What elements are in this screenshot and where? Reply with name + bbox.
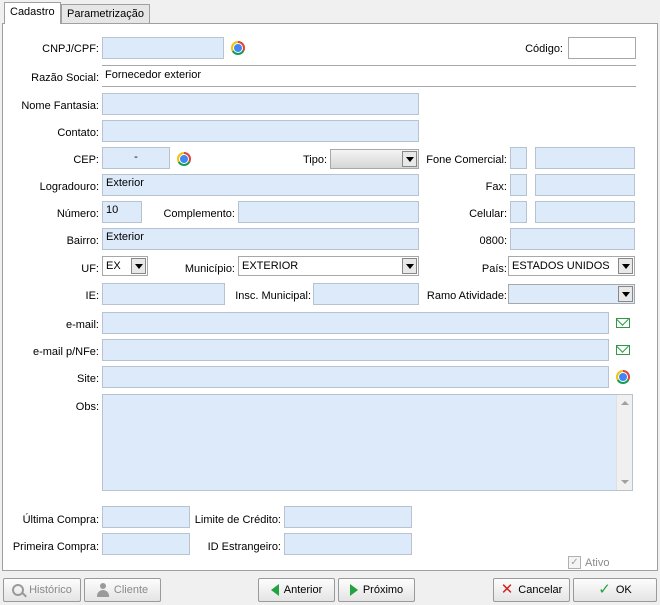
numero-field[interactable]: 10 [102, 201, 142, 223]
cnpj-label: CNPJ/CPF: [42, 43, 99, 55]
search-icon [12, 584, 25, 596]
tab-cadastro[interactable]: Cadastro [4, 2, 61, 24]
celular-label: Celular: [469, 208, 507, 220]
contato-label: Contato: [57, 127, 99, 139]
fone-field[interactable] [535, 147, 635, 169]
logradouro-label: Logradouro: [39, 181, 99, 193]
cep-field[interactable]: - [102, 147, 170, 169]
cancelar-label: Cancelar [518, 584, 563, 596]
uf-label: UF: [81, 263, 99, 275]
chrome-icon[interactable] [231, 41, 245, 55]
field-0800[interactable] [510, 228, 635, 250]
cep-label: CEP: [73, 154, 99, 166]
codigo-label: Código: [525, 43, 563, 55]
fax-ddd-field[interactable] [510, 174, 527, 196]
limite-credito-field[interactable] [284, 506, 412, 528]
municipio-label: Município: [184, 263, 235, 275]
celular-field[interactable] [535, 201, 635, 223]
primeira-compra-label: Primeira Compra: [12, 541, 99, 553]
email-field[interactable] [102, 312, 609, 334]
celular-ddd-field[interactable] [510, 201, 527, 223]
tipo-label: Tipo: [302, 154, 327, 166]
fantasia-field[interactable] [102, 93, 419, 115]
chevron-down-icon[interactable] [618, 258, 633, 274]
bairro-field[interactable]: Exterior [102, 228, 419, 250]
primeira-compra-field[interactable] [102, 533, 190, 555]
bairro-label: Bairro: [66, 235, 99, 247]
fone-ddd-field[interactable] [510, 147, 527, 169]
historico-button[interactable]: Histórico [3, 578, 81, 602]
chevron-down-icon[interactable] [618, 286, 633, 302]
municipio-value: EXTERIOR [242, 260, 299, 272]
ativo-label: Ativo [585, 557, 610, 569]
cancel-icon: ✕ [500, 581, 514, 598]
fax-label: Fax: [485, 181, 507, 193]
email-label: e-mail: [65, 319, 99, 331]
ie-label: IE: [85, 290, 99, 302]
pais-label: País: [481, 263, 507, 275]
anterior-button[interactable]: Anterior [258, 578, 335, 602]
cnpj-field[interactable] [102, 37, 224, 59]
cadastro-panel: CNPJ/CPF: Código: Razão Social: Forneced… [2, 23, 658, 571]
ramo-label: Ramo Atividade: [426, 290, 507, 302]
site-label: Site: [76, 373, 99, 385]
cancelar-button[interactable]: ✕ Cancelar [493, 578, 570, 602]
chevron-down-icon[interactable] [131, 258, 146, 274]
fone-label: Fone Comercial: [426, 154, 507, 166]
razao-label: Razão Social: [31, 72, 99, 84]
complemento-label: Complemento: [163, 208, 235, 220]
ie-field[interactable] [102, 283, 225, 305]
email-nfe-field[interactable] [102, 339, 609, 361]
obs-textarea[interactable] [102, 394, 633, 491]
codigo-field[interactable] [568, 37, 636, 59]
tab-parametrizacao[interactable]: Parametrização [61, 4, 151, 23]
user-icon [96, 583, 109, 597]
uf-select[interactable]: EX [102, 256, 148, 276]
anterior-label: Anterior [283, 584, 323, 596]
insc-municipal-label: Insc. Municipal: [235, 290, 311, 302]
contato-field[interactable] [102, 120, 419, 142]
razao-field[interactable]: Fornecedor exterior [102, 65, 636, 87]
ativo-checkbox[interactable]: ✓ [568, 556, 581, 569]
label-0800: 0800: [479, 235, 507, 247]
ramo-select[interactable] [508, 284, 635, 304]
ultima-compra-label: Última Compra: [22, 514, 99, 526]
obs-label: Obs: [75, 401, 99, 413]
chrome-icon[interactable] [177, 152, 191, 166]
cliente-label: Cliente [113, 584, 149, 596]
scroll-down-icon[interactable] [621, 480, 629, 484]
proximo-button[interactable]: Próximo [338, 578, 415, 602]
historico-label: Histórico [29, 584, 72, 596]
scroll-up-icon[interactable] [621, 401, 629, 405]
ok-label: OK [615, 584, 632, 596]
email-nfe-label: e-mail p/NFe: [32, 346, 99, 358]
logradouro-field[interactable]: Exterior [102, 174, 419, 196]
cliente-button[interactable]: Cliente [84, 578, 161, 602]
limite-credito-label: Limite de Crédito: [194, 514, 281, 526]
ok-button[interactable]: ✓ OK [573, 578, 657, 602]
numero-label: Número: [56, 208, 99, 220]
site-field[interactable] [102, 366, 609, 388]
fantasia-label: Nome Fantasia: [21, 100, 99, 112]
mail-icon[interactable] [616, 316, 630, 330]
mail-icon[interactable] [616, 343, 630, 357]
complemento-field[interactable] [238, 201, 419, 223]
check-icon: ✓ [598, 581, 611, 598]
proximo-label: Próximo [362, 584, 404, 596]
municipio-select[interactable]: EXTERIOR [238, 256, 419, 276]
obs-scrollbar[interactable] [616, 395, 632, 490]
arrow-left-icon [270, 584, 279, 596]
chrome-icon[interactable] [616, 370, 630, 384]
uf-value: EX [106, 260, 121, 272]
pais-value: ESTADOS UNIDOS [512, 260, 610, 272]
fax-field[interactable] [535, 174, 635, 196]
ultima-compra-field[interactable] [102, 506, 190, 528]
arrow-right-icon [349, 584, 358, 596]
id-estrangeiro-field[interactable] [284, 533, 412, 555]
pais-select[interactable]: ESTADOS UNIDOS [508, 256, 635, 276]
id-estrangeiro-label: ID Estrangeiro: [207, 541, 281, 553]
